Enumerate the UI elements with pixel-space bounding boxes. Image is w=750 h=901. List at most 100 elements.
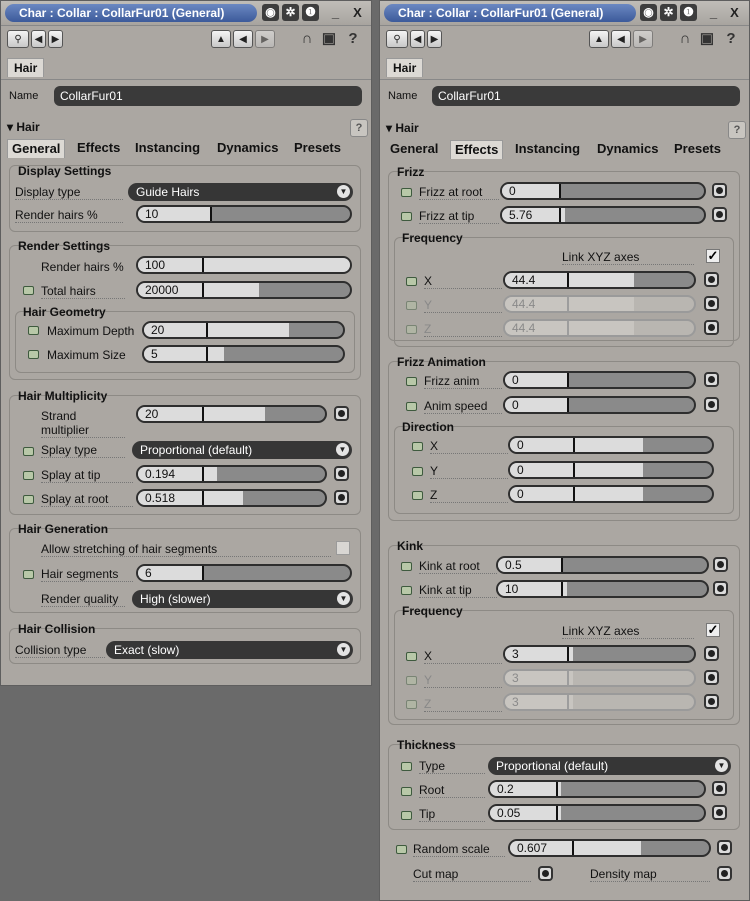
- kink-x-keyframe-toggle[interactable]: [406, 652, 417, 661]
- max-size-slider[interactable]: 5: [142, 345, 345, 363]
- render-hairs-slider[interactable]: 10: [136, 205, 352, 223]
- minimize-button[interactable]: _: [327, 4, 344, 21]
- hair-section-header[interactable]: ▾ Hair: [386, 121, 419, 135]
- frizz-x-keyframe-toggle[interactable]: [406, 277, 417, 286]
- tab-effects[interactable]: Effects: [73, 139, 124, 157]
- anim-speed-slider[interactable]: 0: [503, 396, 696, 414]
- thickness-tip-connect-icon[interactable]: [712, 805, 727, 820]
- frizz-anim-slider[interactable]: 0: [503, 371, 696, 389]
- info-icon[interactable]: ❶: [680, 4, 697, 21]
- collapse-icon[interactable]: ▾: [386, 121, 395, 135]
- kink-tip-connect-icon[interactable]: [713, 581, 728, 596]
- nav-left-icon[interactable]: ◀: [611, 30, 631, 48]
- tab-hair[interactable]: Hair: [7, 58, 45, 77]
- tab-presets[interactable]: Presets: [290, 139, 345, 157]
- nav-up-icon[interactable]: ▲: [589, 30, 609, 48]
- frizz-z-keyframe-toggle[interactable]: [406, 325, 417, 334]
- help-icon[interactable]: ?: [721, 30, 741, 48]
- random-scale-connect-icon[interactable]: [717, 840, 732, 855]
- title-bar[interactable]: Char : Collar : CollarFur01 (General) ◉ …: [1, 1, 371, 26]
- kink-tip-keyframe-toggle[interactable]: [401, 586, 412, 595]
- kink-z-keyframe-toggle[interactable]: [406, 700, 417, 709]
- density-map-connect-icon[interactable]: [717, 866, 732, 881]
- nav-left-icon[interactable]: ◀: [233, 30, 253, 48]
- search-icon[interactable]: ⚲: [386, 30, 408, 48]
- splay-type-dropdown[interactable]: Proportional (default) ▼: [132, 441, 352, 459]
- tab-dynamics[interactable]: Dynamics: [213, 139, 282, 157]
- cut-map-connect-icon[interactable]: [538, 866, 553, 881]
- kink-root-slider[interactable]: 0.5: [496, 556, 709, 574]
- info-icon[interactable]: ❶: [302, 4, 319, 21]
- render-icon[interactable]: ✲: [660, 4, 677, 21]
- nav-right-icon[interactable]: ▶: [255, 30, 275, 48]
- search-icon[interactable]: ⚲: [7, 30, 29, 48]
- splay-type-keyframe-toggle[interactable]: [23, 447, 34, 456]
- frizz-tip-slider[interactable]: 5.76: [500, 206, 706, 224]
- close-button[interactable]: X: [726, 4, 743, 21]
- collision-type-dropdown[interactable]: Exact (slow) ▼: [106, 641, 353, 659]
- nav-right-icon[interactable]: ▶: [633, 30, 653, 48]
- allow-stretching-checkbox[interactable]: [336, 541, 350, 555]
- nav-up-icon[interactable]: ▲: [211, 30, 231, 48]
- tab-hair[interactable]: Hair: [386, 58, 424, 77]
- splay-root-connect-icon[interactable]: [334, 490, 349, 505]
- direction-x-keyframe-toggle[interactable]: [412, 442, 423, 451]
- splay-tip-connect-icon[interactable]: [334, 466, 349, 481]
- strand-multiplier-connect-icon[interactable]: [334, 406, 349, 421]
- tab-effects[interactable]: Effects: [450, 140, 504, 159]
- title-bar[interactable]: Char : Collar : CollarFur01 (General) ◉ …: [380, 1, 749, 26]
- thickness-tip-keyframe-toggle[interactable]: [401, 811, 412, 820]
- name-field[interactable]: CollarFur01: [432, 86, 740, 106]
- preview-icon[interactable]: ◉: [262, 4, 279, 21]
- section-help-button[interactable]: ?: [350, 119, 368, 137]
- preview-icon[interactable]: ◉: [640, 4, 657, 21]
- kink-root-connect-icon[interactable]: [713, 557, 728, 572]
- frizz-tip-keyframe-toggle[interactable]: [401, 212, 412, 221]
- hair-segments-slider[interactable]: 6: [136, 564, 352, 582]
- kink-y-connect-icon[interactable]: [704, 670, 719, 685]
- anim-speed-keyframe-toggle[interactable]: [406, 402, 417, 411]
- tab-presets[interactable]: Presets: [670, 140, 725, 158]
- kink-y-keyframe-toggle[interactable]: [406, 676, 417, 685]
- hair-section-header[interactable]: ▾ Hair: [7, 120, 40, 134]
- direction-z-keyframe-toggle[interactable]: [412, 491, 423, 500]
- kink-link-xyz-checkbox[interactable]: ✓: [706, 623, 720, 637]
- max-depth-keyframe-toggle[interactable]: [28, 326, 39, 335]
- thickness-root-slider[interactable]: 0.2: [488, 780, 706, 798]
- frizz-root-slider[interactable]: 0: [500, 182, 706, 200]
- kink-root-keyframe-toggle[interactable]: [401, 562, 412, 571]
- random-scale-slider[interactable]: 0.607: [508, 839, 711, 857]
- tab-general[interactable]: General: [386, 140, 442, 158]
- frizz-y-keyframe-toggle[interactable]: [406, 301, 417, 310]
- tab-instancing[interactable]: Instancing: [511, 140, 584, 158]
- splay-tip-keyframe-toggle[interactable]: [23, 471, 34, 480]
- thickness-root-keyframe-toggle[interactable]: [401, 787, 412, 796]
- tab-instancing[interactable]: Instancing: [131, 139, 204, 157]
- back-arrow-icon[interactable]: ◀: [410, 30, 425, 48]
- total-hairs-slider[interactable]: 20000: [136, 281, 352, 299]
- strand-multiplier-slider[interactable]: 20: [136, 405, 327, 423]
- frizz-z-connect-icon[interactable]: [704, 320, 719, 335]
- tab-general[interactable]: General: [7, 139, 66, 158]
- frizz-y-connect-icon[interactable]: [704, 296, 719, 311]
- help-icon[interactable]: ?: [343, 30, 363, 48]
- frizz-x-connect-icon[interactable]: [704, 272, 719, 287]
- frizz-tip-connect-icon[interactable]: [712, 207, 727, 222]
- thickness-root-connect-icon[interactable]: [712, 781, 727, 796]
- total-hairs-keyframe-toggle[interactable]: [23, 286, 34, 295]
- direction-y-keyframe-toggle[interactable]: [412, 467, 423, 476]
- direction-z-slider[interactable]: 0: [508, 485, 714, 503]
- random-scale-keyframe-toggle[interactable]: [396, 845, 407, 854]
- kink-z-connect-icon[interactable]: [704, 694, 719, 709]
- section-help-button[interactable]: ?: [728, 121, 746, 139]
- frizz-anim-keyframe-toggle[interactable]: [406, 377, 417, 386]
- kink-tip-slider[interactable]: 10: [496, 580, 709, 598]
- render-hairs-pct-slider[interactable]: 100: [136, 256, 352, 274]
- kink-x-connect-icon[interactable]: [704, 646, 719, 661]
- layout-icon[interactable]: ▣: [319, 30, 339, 48]
- tab-dynamics[interactable]: Dynamics: [593, 140, 662, 158]
- frizz-x-slider[interactable]: 44.4: [503, 271, 696, 289]
- direction-x-slider[interactable]: 0: [508, 436, 714, 454]
- splay-root-keyframe-toggle[interactable]: [23, 495, 34, 504]
- anim-speed-connect-icon[interactable]: [704, 397, 719, 412]
